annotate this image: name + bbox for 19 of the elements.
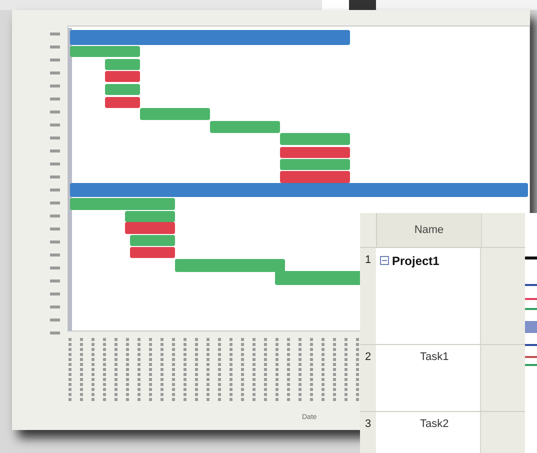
task-bar xyxy=(105,71,140,82)
task-bar xyxy=(105,59,140,70)
task-bar xyxy=(70,46,140,57)
task-bar xyxy=(105,84,140,95)
task-bar xyxy=(280,171,350,183)
task-bar xyxy=(210,121,280,133)
row-number: 2 xyxy=(364,350,372,365)
task-bar xyxy=(280,133,350,145)
task-name: Task2 xyxy=(420,418,449,430)
column-header[interactable]: Name xyxy=(376,213,481,247)
task-bar xyxy=(280,147,350,158)
row-number: 1 xyxy=(364,253,372,268)
task-name: Project1 xyxy=(392,254,440,268)
task-name: Task1 xyxy=(420,351,449,363)
task-bar xyxy=(125,222,175,234)
task-bar xyxy=(280,159,350,170)
task-bar xyxy=(130,235,175,246)
row-number: 3 xyxy=(364,417,372,432)
collapse-icon[interactable] xyxy=(380,256,389,265)
